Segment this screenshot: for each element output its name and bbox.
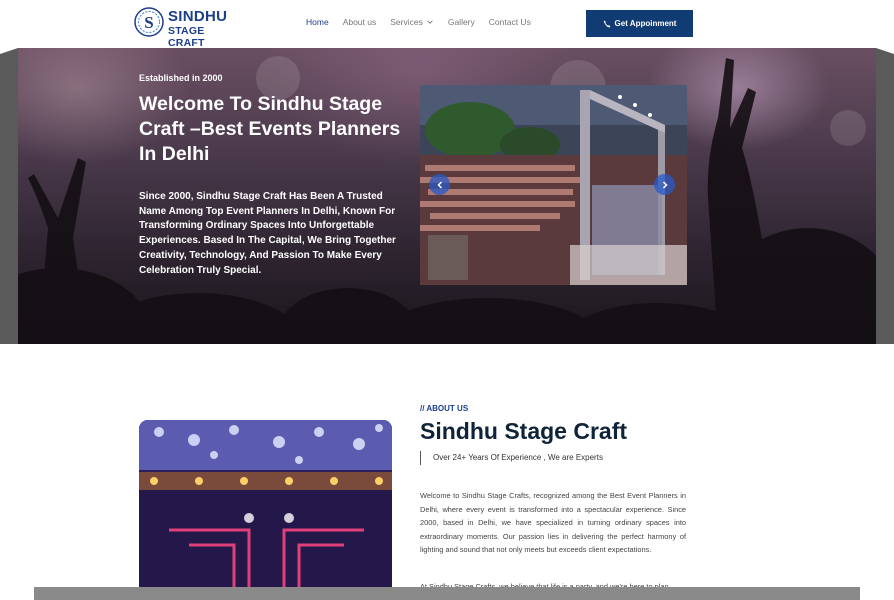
get-appointment-button[interactable]: Get Appoinment bbox=[586, 10, 693, 37]
get-appointment-label: Get Appoinment bbox=[614, 19, 677, 28]
slider-prev-button[interactable] bbox=[429, 174, 450, 195]
about-subtitle-divider bbox=[420, 451, 421, 465]
about-section-tag: // ABOUT US bbox=[420, 404, 469, 413]
chevron-left-icon bbox=[436, 180, 442, 189]
hero-title: Welcome To Sindhu Stage Craft –Best Even… bbox=[139, 93, 401, 165]
hero-established: Established in 2000 bbox=[139, 73, 223, 83]
about-title: Sindhu Stage Craft bbox=[420, 418, 628, 444]
main-nav: Home About us Services Gallery Contact U… bbox=[306, 17, 545, 27]
about-paragraph-1: Welcome to Sindhu Stage Crafts, recogniz… bbox=[420, 491, 686, 554]
bottom-overlay-bar bbox=[34, 587, 860, 600]
brand-name-line2: STAGE CRAFT bbox=[168, 25, 205, 49]
hero-slider[interactable] bbox=[420, 85, 687, 285]
phone-icon bbox=[603, 20, 610, 28]
nav-about[interactable]: About us bbox=[343, 17, 377, 27]
logo-badge-icon: S bbox=[134, 7, 164, 37]
svg-text:S: S bbox=[144, 13, 153, 32]
nav-services-label: Services bbox=[390, 17, 423, 27]
about-subtitle: Over 24+ Years Of Experience , We are Ex… bbox=[433, 453, 603, 462]
nav-contact[interactable]: Contact Us bbox=[489, 17, 531, 27]
site-header: S SINDHU STAGE CRAFT Home About us Servi… bbox=[0, 0, 894, 49]
brand-logo[interactable]: S SINDHU STAGE CRAFT bbox=[134, 6, 244, 49]
nav-home[interactable]: Home bbox=[306, 17, 329, 27]
slider-event-image bbox=[420, 85, 687, 285]
nav-services[interactable]: Services bbox=[390, 17, 434, 27]
brand-name-line1: SINDHU bbox=[168, 8, 228, 25]
chevron-down-icon bbox=[427, 20, 433, 24]
stage-lights-image bbox=[139, 420, 392, 590]
hero-banner: Established in 2000 Welcome To Sindhu St… bbox=[18, 48, 876, 344]
about-stage-image bbox=[139, 420, 392, 590]
nav-gallery[interactable]: Gallery bbox=[448, 17, 475, 27]
chevron-right-icon bbox=[662, 180, 668, 189]
hero-description: Since 2000, Sindhu Stage Craft Has Been … bbox=[139, 191, 396, 276]
slider-next-button[interactable] bbox=[654, 174, 675, 195]
